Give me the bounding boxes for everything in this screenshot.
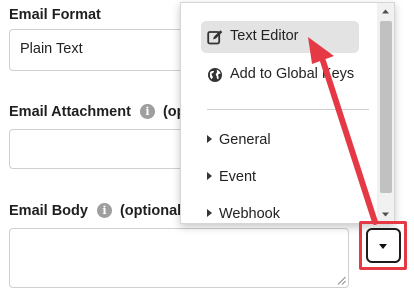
email-body-label-text: Email Body bbox=[9, 203, 88, 219]
menu-divider bbox=[207, 109, 369, 110]
globe-icon bbox=[208, 68, 222, 82]
menu-item-text-editor[interactable]: Text Editor bbox=[201, 21, 359, 53]
menu-section-webhook[interactable]: Webhook bbox=[207, 206, 280, 222]
menu-section-label: Event bbox=[219, 169, 257, 185]
menu-item-label: Add to Global Keys bbox=[230, 66, 355, 82]
menu-section-general[interactable]: General bbox=[207, 132, 271, 148]
insert-dropdown-menu: Text Editor Add to Global Keys General E… bbox=[180, 2, 395, 224]
menu-item-add-to-global-keys[interactable]: Add to Global Keys bbox=[201, 59, 359, 91]
annotation-highlight-box bbox=[359, 221, 407, 270]
menu-section-label: General bbox=[219, 132, 271, 148]
email-format-label: Email Format bbox=[9, 7, 101, 23]
caret-right-icon bbox=[207, 135, 212, 143]
menu-section-event[interactable]: Event bbox=[207, 169, 256, 185]
caret-right-icon bbox=[207, 172, 212, 180]
edit-icon bbox=[207, 30, 223, 45]
email-body-label: Email Body i (optional) bbox=[9, 203, 186, 219]
menu-scrollbar[interactable] bbox=[377, 3, 394, 223]
caret-right-icon bbox=[207, 209, 212, 217]
email-attachment-label: Email Attachment i (op bbox=[9, 104, 185, 120]
email-format-value: Plain Text bbox=[20, 41, 83, 57]
email-body-optional: (optional) bbox=[119, 203, 187, 219]
resize-grip-icon[interactable] bbox=[337, 276, 346, 285]
menu-section-label: Webhook bbox=[219, 206, 280, 222]
info-icon[interactable]: i bbox=[96, 203, 112, 218]
info-icon[interactable]: i bbox=[139, 104, 155, 119]
scroll-up-icon[interactable] bbox=[377, 3, 394, 20]
email-body-textarea[interactable] bbox=[9, 228, 349, 288]
scrollbar-thumb[interactable] bbox=[380, 21, 392, 193]
email-attachment-label-text: Email Attachment bbox=[9, 104, 131, 120]
menu-item-label: Text Editor bbox=[230, 28, 299, 44]
